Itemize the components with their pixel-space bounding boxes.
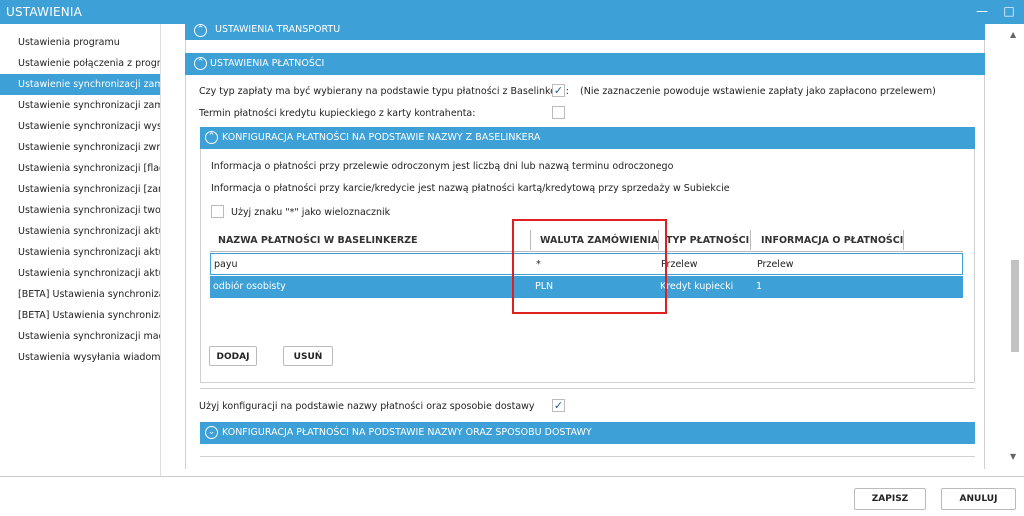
scroll-thumb[interactable] (1011, 260, 1019, 352)
sidebar-item[interactable]: Ustawienia synchronizacji [zamo (0, 179, 160, 200)
wildcard-label: Użyj znaku "*" jako wieloznacznik (231, 207, 391, 218)
column-header-info[interactable]: INFORMACJA O PŁATNOŚCI (761, 235, 903, 246)
config-section-header[interactable]: ⌃ KONFIGURACJA PŁATNOŚCI NA PODSTAWIE NA… (200, 127, 975, 149)
sidebar-item[interactable]: Ustawienie synchronizacji zwro (0, 137, 160, 158)
sidebar-item[interactable]: Ustawienie synchronizacji wysy (0, 116, 160, 137)
cell-name: odbiór osobisty (213, 281, 286, 292)
cell-info: 1 (756, 281, 763, 292)
chevron-up-icon: ⌃ (194, 57, 207, 70)
credit-term-question: Termin płatności kredytu kupieckiego z k… (199, 108, 476, 119)
payment-type-question: Czy typ zapłaty ma być wybierany na pods… (199, 86, 569, 97)
info-deferred-transfer: Informacja o płatności przy przelewie od… (211, 161, 674, 172)
payment-header-label: USTAWIENIA PŁATNOŚCI (210, 58, 325, 69)
sidebar-item[interactable]: Ustawienie synchronizacji zamó (0, 74, 160, 95)
sidebar-item[interactable]: Ustawienie synchronizacji zamó (0, 95, 160, 116)
payment-type-checkbox[interactable]: ✓ (552, 84, 565, 97)
column-header-name[interactable]: NAZWA PŁATNOŚCI W BASELINKERZE (218, 235, 418, 246)
divider (200, 456, 975, 457)
cell-name: payu (214, 259, 238, 270)
scroll-up-icon[interactable]: ▲ (1010, 30, 1016, 39)
sidebar-item[interactable]: Ustawienia programu (0, 32, 160, 53)
cell-info: Przelew (757, 259, 794, 270)
add-button[interactable]: DODAJ (209, 346, 257, 366)
wildcard-checkbox[interactable] (211, 205, 224, 218)
column-header-type[interactable]: TYP PŁATNOŚCI (666, 235, 749, 246)
delivery-config-checkbox[interactable]: ✓ (552, 399, 565, 412)
payment-section-header[interactable]: ⌃ USTAWIENIA PŁATNOŚCI (185, 53, 985, 75)
column-separator (750, 230, 751, 250)
column-separator (903, 230, 904, 250)
delivery-config-question: Użyj konfiguracji na podstawie nazwy pła… (199, 401, 535, 412)
sidebar-item[interactable]: Ustawienie połączenia z progra (0, 53, 160, 74)
sidebar-item[interactable]: Ustawienia synchronizacji maga (0, 326, 160, 347)
sidebar-item[interactable]: Ustawienia synchronizacji aktua (0, 242, 160, 263)
sidebar-item[interactable]: Ustawienia synchronizacji aktua (0, 221, 160, 242)
window-title: USTAWIENIA (6, 5, 83, 19)
dialog-footer: ZAPISZ ANULUJ (0, 476, 1024, 516)
chevron-up-icon: ⌃ (194, 24, 207, 37)
currency-column-highlight (512, 219, 667, 314)
remove-button[interactable]: USUŃ (283, 346, 333, 366)
payment-type-note: (Nie zaznaczenie powoduje wstawienie zap… (580, 86, 936, 97)
divider (200, 388, 975, 389)
delivery-config-header-label: KONFIGURACJA PŁATNOŚCI NA PODSTAWIE NAZW… (222, 427, 592, 438)
sidebar-item[interactable]: Ustawienia synchronizacji twor (0, 200, 160, 221)
cell-type: Kredyt kupiecki (660, 281, 734, 292)
sidebar-item[interactable]: Ustawienia wysyłania wiadomo (0, 347, 160, 368)
transport-section-header[interactable]: ⌃ USTAWIENIA TRANSPORTU (185, 24, 985, 40)
cancel-button[interactable]: ANULUJ (941, 488, 1016, 510)
title-bar: USTAWIENIA — □ (0, 0, 1024, 24)
credit-term-checkbox[interactable] (552, 106, 565, 119)
info-card-credit: Informacja o płatności przy karcie/kredy… (211, 183, 730, 194)
chevron-down-icon: ⌄ (205, 426, 218, 439)
save-button[interactable]: ZAPISZ (854, 488, 926, 510)
chevron-up-icon: ⌃ (205, 131, 218, 144)
content-vertical-scrollbar[interactable]: ▲ ▼ (1005, 24, 1024, 469)
sidebar-item[interactable]: Ustawienia synchronizacji [flaga (0, 158, 160, 179)
transport-header-label: USTAWIENIA TRANSPORTU (215, 24, 341, 35)
scroll-down-icon[interactable]: ▼ (1010, 452, 1016, 461)
sidebar-item[interactable]: Ustawienia synchronizacji aktua (0, 263, 160, 284)
sidebar-item[interactable]: [BETA] Ustawienia synchronizac (0, 305, 160, 326)
config-header-label: KONFIGURACJA PŁATNOŚCI NA PODSTAWIE NAZW… (222, 132, 541, 143)
maximize-icon[interactable]: □ (1002, 4, 1016, 18)
minimize-icon[interactable]: — (975, 4, 989, 18)
settings-sidebar: Ustawienia programu Ustawienie połączenia… (0, 24, 161, 476)
sidebar-item[interactable]: [BETA] Ustawienia synchronizac (0, 284, 160, 305)
delivery-config-section-header[interactable]: ⌄ KONFIGURACJA PŁATNOŚCI NA PODSTAWIE NA… (200, 422, 975, 444)
